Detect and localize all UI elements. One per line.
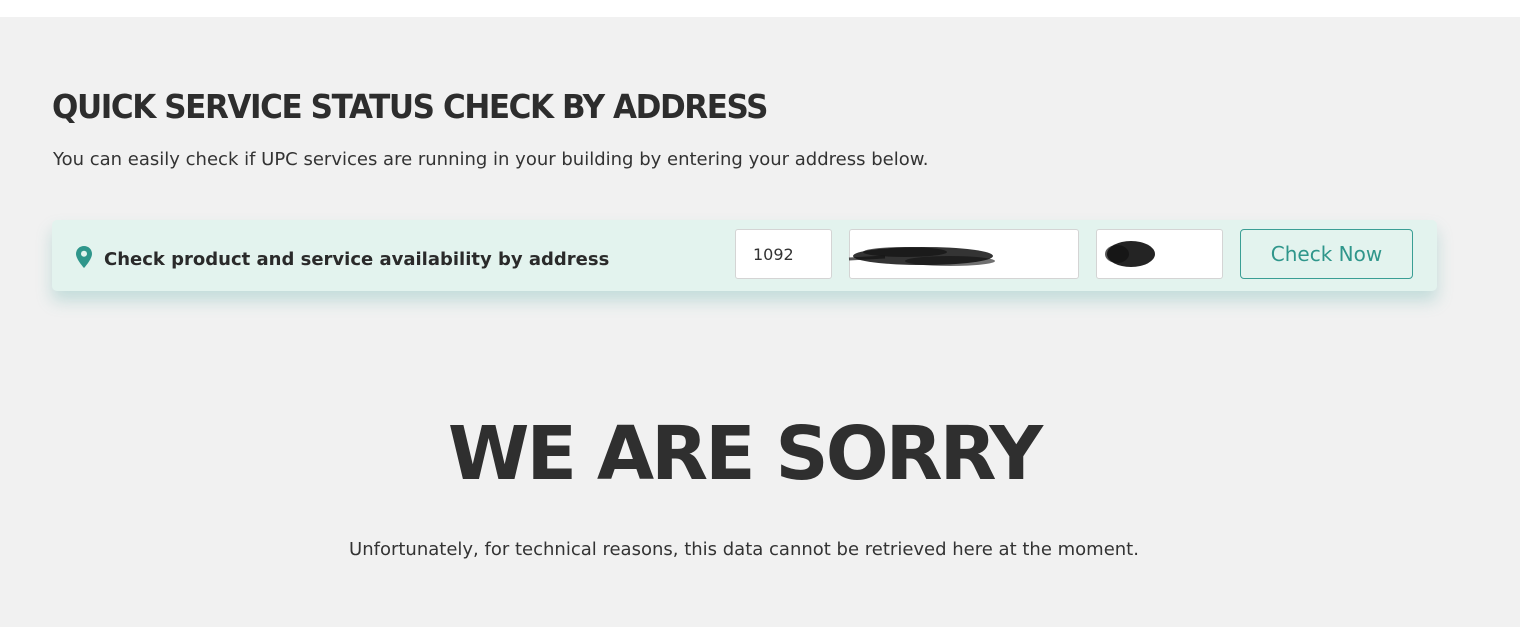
top-strip: [0, 0, 1520, 17]
street-input[interactable]: [849, 229, 1079, 279]
door-input[interactable]: [1096, 229, 1223, 279]
check-now-button[interactable]: Check Now: [1240, 229, 1413, 279]
location-pin-icon: [76, 246, 92, 268]
error-message: Unfortunately, for technical reasons, th…: [349, 539, 1139, 560]
address-check-bar: Check product and service availability b…: [52, 220, 1437, 291]
error-title: WE ARE SORRY: [447, 411, 1043, 497]
availability-label: Check product and service availability b…: [104, 249, 610, 270]
page-content: QUICK SERVICE STATUS CHECK BY ADDRESS Yo…: [0, 17, 1520, 627]
intro-text: You can easily check if UPC services are…: [53, 149, 929, 170]
house-number-input[interactable]: [735, 229, 832, 279]
page-title: QUICK SERVICE STATUS CHECK BY ADDRESS: [52, 87, 768, 126]
